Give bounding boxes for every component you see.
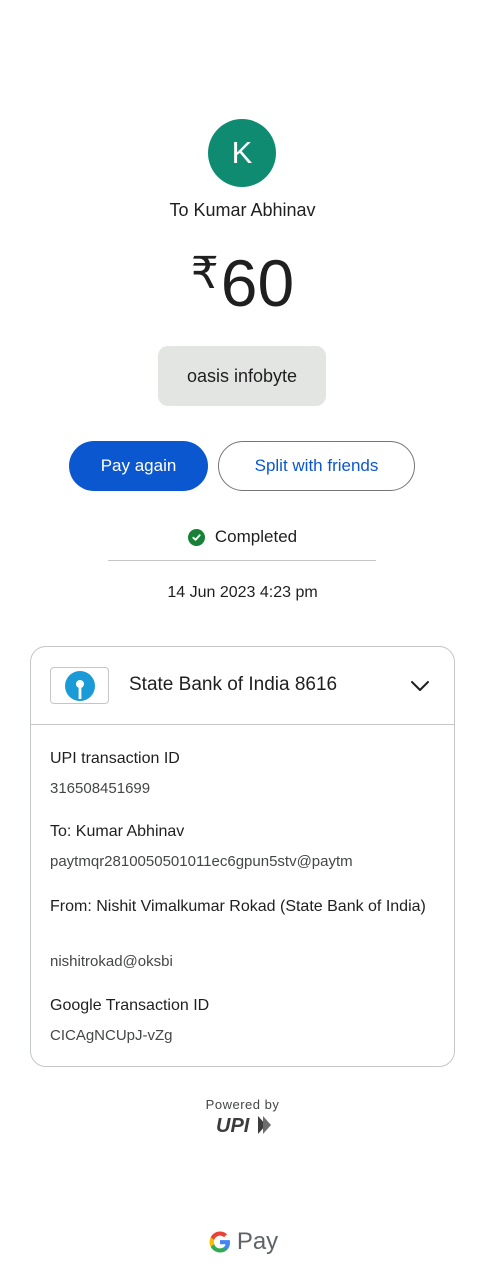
chevron-down-icon[interactable] — [409, 675, 431, 702]
divider — [108, 560, 376, 561]
upi-transaction-id-value: 316508451699 — [50, 780, 151, 797]
powered-by-text: Powered by — [205, 1097, 280, 1112]
amount-value: 60 — [220, 246, 295, 320]
upi-logo: UPI — [214, 1114, 272, 1143]
avatar-letter: K — [231, 135, 253, 170]
transaction-datetime: 14 Jun 2023 4:23 pm — [167, 584, 318, 601]
upi-transaction-id-label: UPI transaction ID — [50, 750, 180, 767]
split-with-friends-button[interactable]: Split with friends — [218, 441, 415, 491]
google-transaction-id-value: CICAgNCUpJ-vZg — [50, 1027, 173, 1044]
status-text: Completed — [214, 527, 298, 546]
currency-symbol: ₹ — [190, 249, 219, 298]
check-circle-icon — [187, 528, 205, 546]
bank-name: State Bank of India 8616 — [129, 674, 338, 695]
status-row: Completed — [0, 527, 485, 547]
google-g-icon — [209, 1231, 230, 1253]
recipient-name: To Kumar Abhinav — [169, 200, 316, 220]
to-label: To: Kumar Abhinav — [50, 823, 185, 840]
avatar: K — [208, 119, 276, 187]
from-upi-id: nishitrokad@oksbi — [50, 953, 173, 970]
transaction-details-card: State Bank of India 8616 UPI transaction… — [30, 646, 455, 1067]
google-pay-logo: Pay — [0, 1228, 485, 1256]
sbi-logo-icon — [50, 667, 109, 704]
amount: ₹60 — [0, 250, 485, 316]
pay-again-button[interactable]: Pay again — [69, 441, 208, 491]
to-upi-id: paytmqr2810050501011ec6gpun5stv@paytm — [50, 853, 353, 870]
payment-note: oasis infobyte — [158, 346, 326, 406]
google-transaction-id-label: Google Transaction ID — [50, 997, 210, 1014]
gpay-text: Pay — [236, 1228, 279, 1255]
upi-logo-text: UPI — [216, 1115, 250, 1137]
bank-account-row[interactable]: State Bank of India 8616 — [31, 647, 454, 725]
from-label: From: Nishit Vimalkumar Rokad (State Ban… — [50, 898, 426, 915]
